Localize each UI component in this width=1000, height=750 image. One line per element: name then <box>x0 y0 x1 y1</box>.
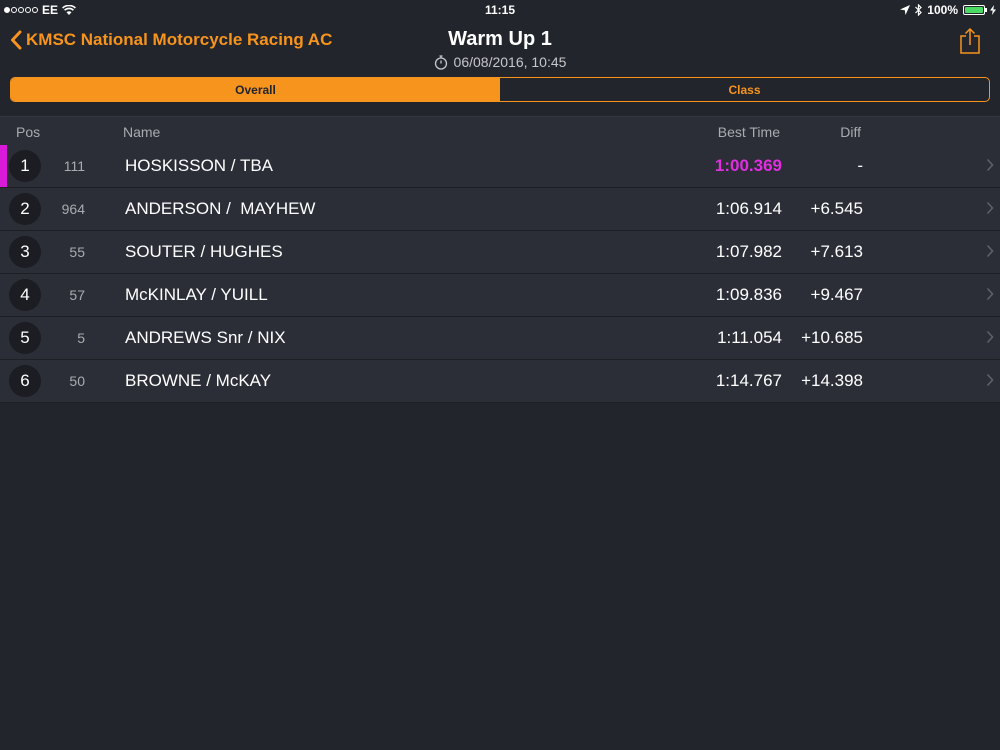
time-diff: +14.398 <box>801 371 863 390</box>
status-time: 11:15 <box>484 3 516 17</box>
race-number: 50 <box>69 373 85 389</box>
status-right: 100% <box>900 3 996 17</box>
time-diff: +9.467 <box>810 285 863 304</box>
rider-names: ANDREWS Snr / NIX <box>125 328 286 347</box>
race-number: 55 <box>69 244 85 260</box>
chevron-right-icon <box>986 201 994 215</box>
best-time: 1:11.054 <box>717 328 782 347</box>
chevron-right-icon <box>986 244 994 258</box>
bluetooth-icon <box>915 4 923 16</box>
rider-names: McKINLAY / YUILL <box>125 285 268 304</box>
table-row[interactable]: 3 55 SOUTER / HUGHES 1:07.982 +7.613 <box>0 231 1000 274</box>
position-badge: 6 <box>9 365 41 397</box>
column-header-diff: Diff <box>840 124 861 140</box>
rider-names: ANDERSON / MAYHEW <box>125 199 316 218</box>
column-header-best-time: Best Time <box>717 124 780 140</box>
stopwatch-icon <box>434 54 447 70</box>
back-button-label: KMSC National Motorcycle Racing AC <box>26 30 333 49</box>
time-diff: +7.613 <box>810 242 863 261</box>
table-row[interactable]: 1 111 HOSKISSON / TBA 1:00.369 - <box>0 145 1000 188</box>
best-time: 1:06.914 <box>715 199 782 218</box>
chevron-right-icon <box>986 287 994 301</box>
tab-class[interactable]: Class <box>500 78 989 101</box>
best-time: 1:14.767 <box>715 371 782 390</box>
battery-icon <box>963 5 987 15</box>
share-icon <box>960 27 980 54</box>
column-header-pos: Pos <box>16 124 41 140</box>
race-number: 57 <box>69 287 85 303</box>
rider-names: BROWNE / McKAY <box>125 371 272 390</box>
location-arrow-icon <box>900 5 911 15</box>
chevron-right-icon <box>986 373 994 387</box>
race-number: 964 <box>61 201 85 217</box>
chevron-right-icon <box>986 158 994 172</box>
position-badge: 4 <box>9 279 41 311</box>
best-time: 1:00.369 <box>714 156 782 175</box>
best-time: 1:07.982 <box>715 242 782 261</box>
chevron-left-icon <box>11 30 22 50</box>
table-row[interactable]: 6 50 BROWNE / McKAY 1:14.767 +14.398 <box>0 360 1000 403</box>
rider-names: SOUTER / HUGHES <box>125 242 283 261</box>
table-header: Pos Name Best Time Diff <box>0 116 1000 147</box>
navigation-bar: KMSC National Motorcycle Racing AC Warm … <box>0 20 1000 72</box>
tab-overall[interactable]: Overall <box>11 78 500 101</box>
back-button[interactable]: KMSC National Motorcycle Racing AC <box>10 30 332 50</box>
page-title: Warm Up 1 <box>448 28 552 50</box>
fastest-lap-indicator <box>0 145 7 187</box>
table-row[interactable]: 5 5 ANDREWS Snr / NIX 1:11.054 +10.685 <box>0 317 1000 360</box>
segmented-control: Overall Class <box>10 77 990 102</box>
table-row[interactable]: 4 57 McKINLAY / YUILL 1:09.836 +9.467 <box>0 274 1000 317</box>
title-block: Warm Up 1 06/08/2016, 10:45 <box>300 28 700 75</box>
chevron-right-icon <box>986 330 994 344</box>
results-table: 1 111 HOSKISSON / TBA 1:00.369 - 2 964 A… <box>0 145 1000 403</box>
position-badge: 2 <box>9 193 41 225</box>
status-bar: EE 11:15 100% <box>0 0 1000 20</box>
column-header-name: Name <box>123 124 161 140</box>
time-diff: +10.685 <box>801 328 863 347</box>
rider-names: HOSKISSON / TBA <box>125 156 274 175</box>
charging-bolt-icon <box>990 5 996 15</box>
position-badge: 5 <box>9 322 41 354</box>
race-number: 5 <box>77 330 85 346</box>
session-datetime: 06/08/2016, 10:45 <box>434 54 567 70</box>
table-row[interactable]: 2 964 ANDERSON / MAYHEW 1:06.914 +6.545 <box>0 188 1000 231</box>
race-number: 111 <box>63 158 85 174</box>
time-diff: - <box>857 156 863 175</box>
time-diff: +6.545 <box>810 199 863 218</box>
best-time: 1:09.836 <box>715 285 782 304</box>
share-button[interactable] <box>960 27 980 59</box>
position-badge: 3 <box>9 236 41 268</box>
battery-percent: 100% <box>927 3 958 17</box>
position-badge: 1 <box>9 150 41 182</box>
session-datetime-text: 06/08/2016, 10:45 <box>453 54 567 70</box>
